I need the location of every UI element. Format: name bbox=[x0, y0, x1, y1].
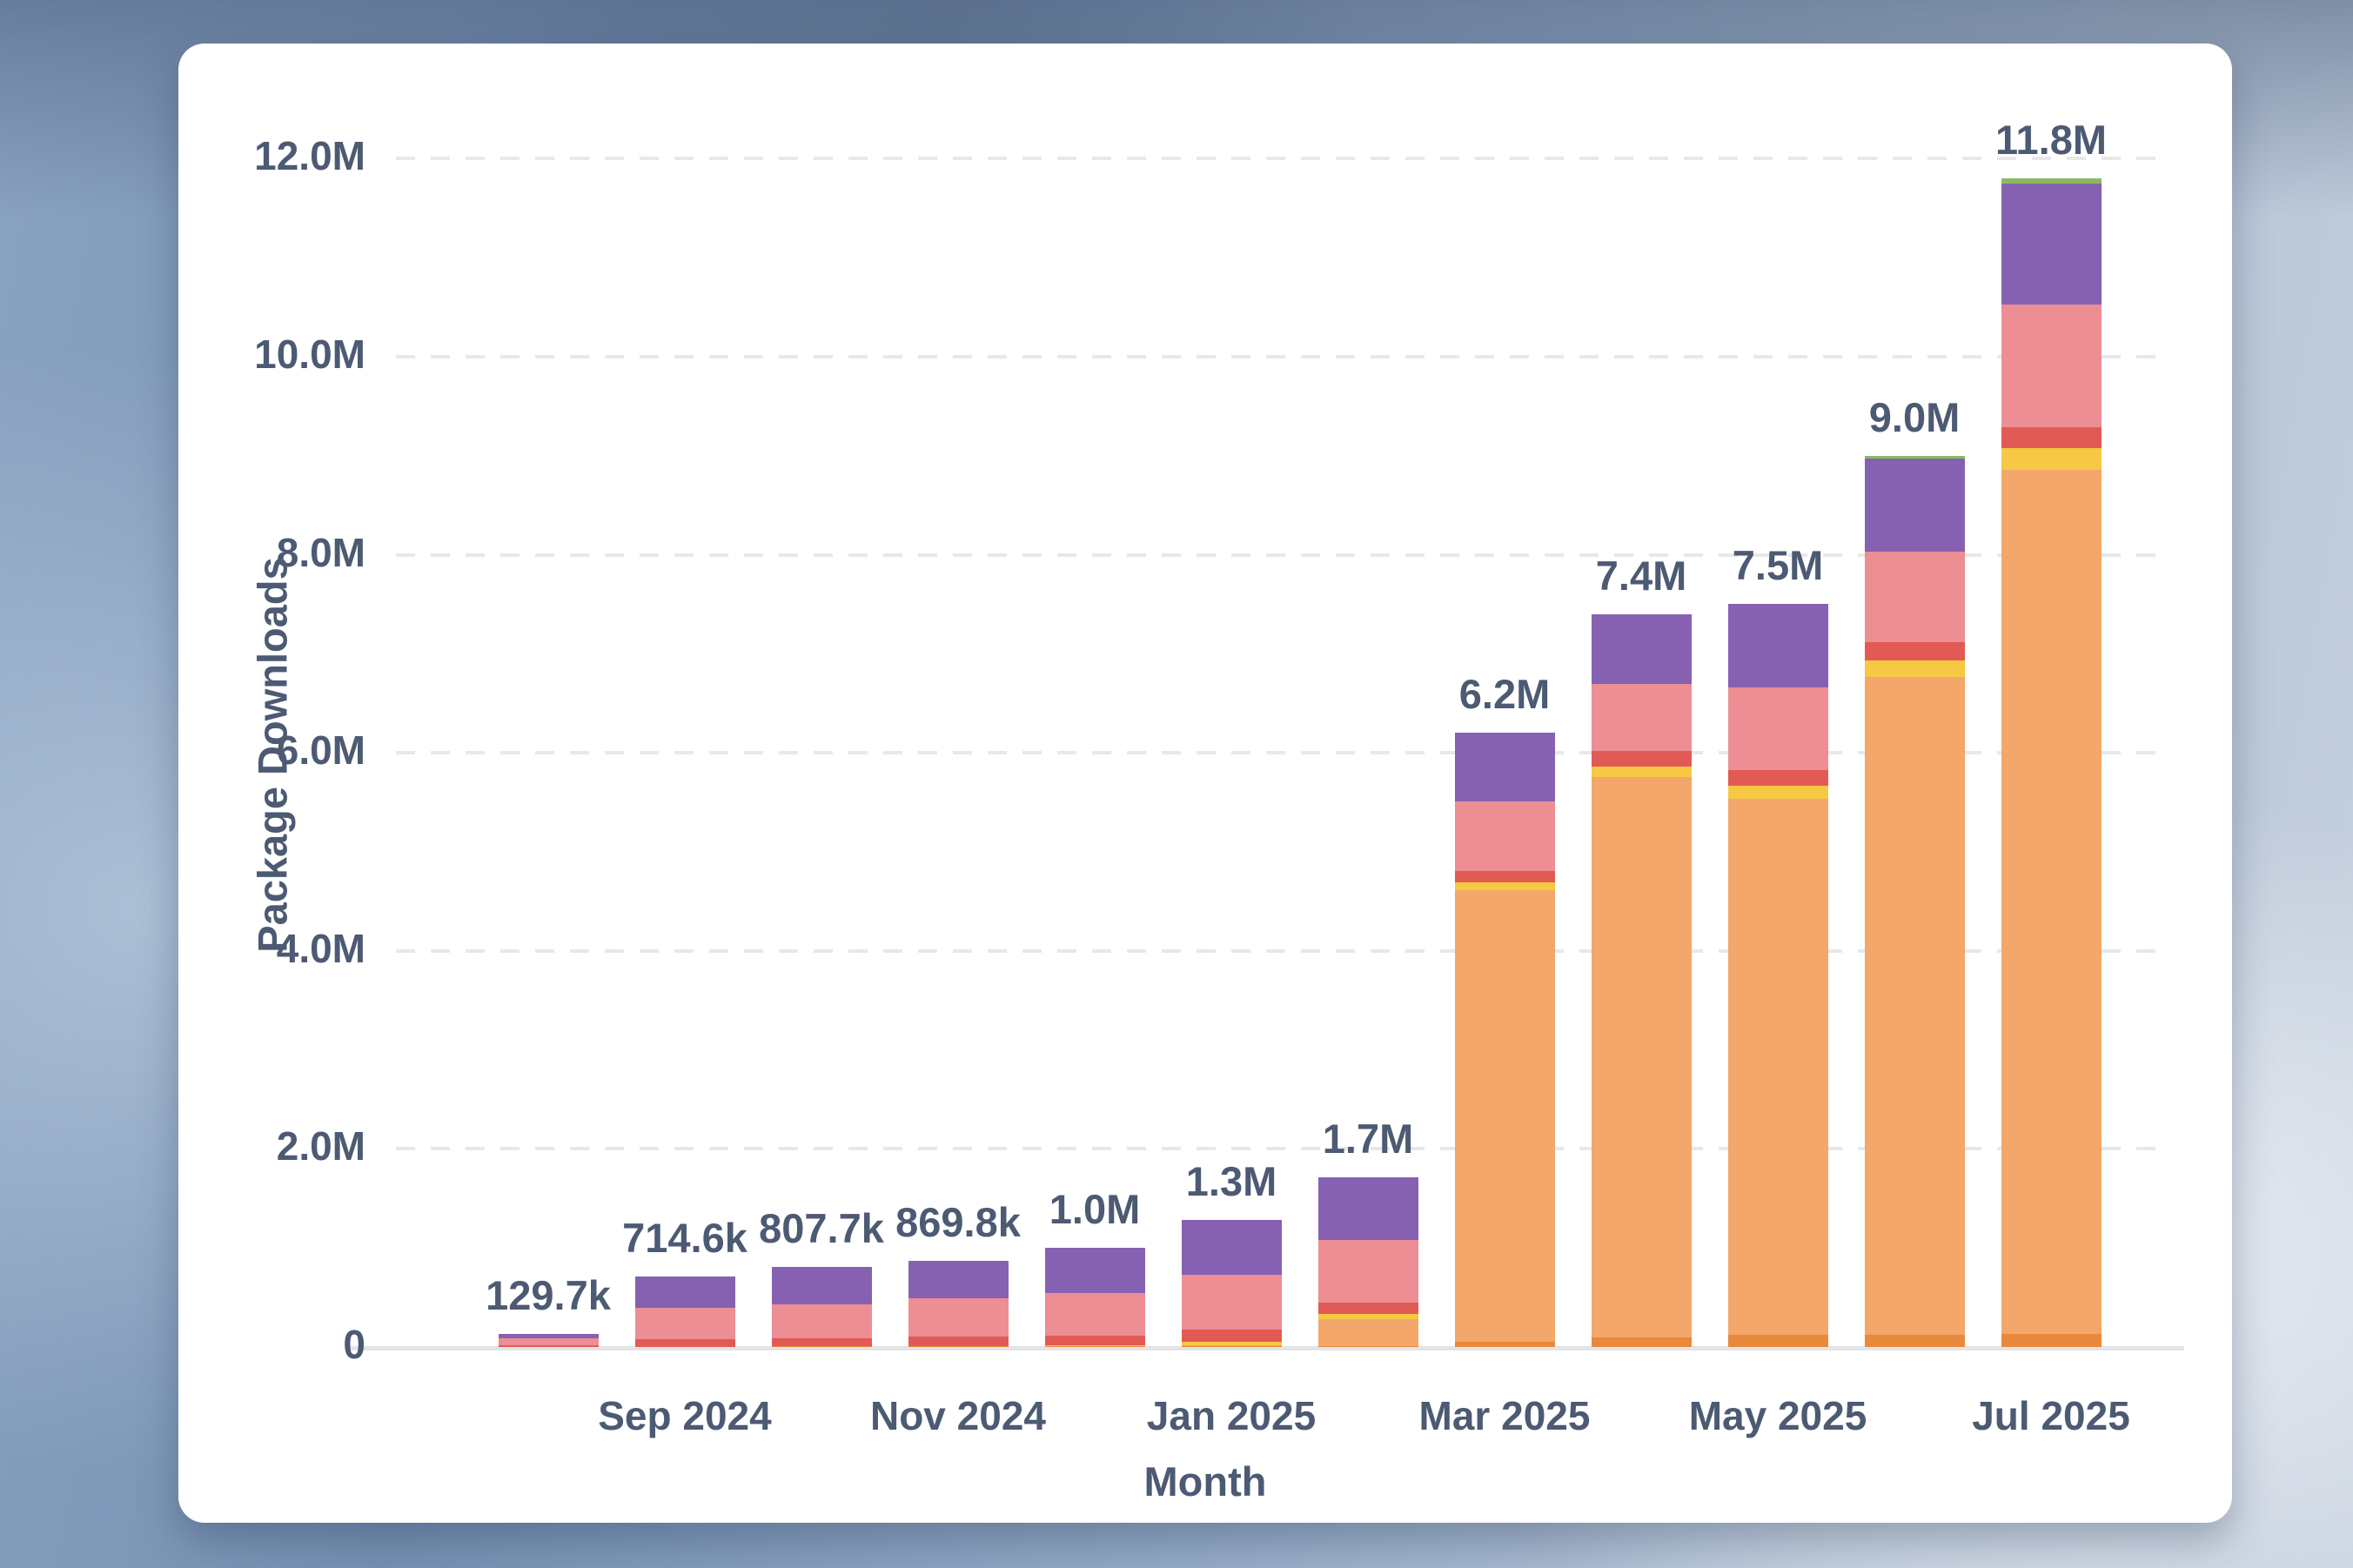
segment-yellow[interactable] bbox=[1182, 1342, 1282, 1344]
segment-dark-orange[interactable] bbox=[1592, 1337, 1692, 1347]
x-tick-label-jan-2025: Jan 2025 bbox=[1083, 1392, 1379, 1439]
segment-purple[interactable] bbox=[1455, 733, 1555, 801]
bar-aug-2024[interactable] bbox=[499, 44, 599, 1347]
y-tick-label: 2.0M bbox=[178, 1122, 365, 1169]
bar-dec-2024[interactable] bbox=[1045, 44, 1145, 1347]
segment-dark-orange[interactable] bbox=[1182, 1346, 1282, 1347]
segment-pink[interactable] bbox=[1728, 687, 1828, 770]
segment-purple[interactable] bbox=[1728, 604, 1828, 687]
segment-dark-orange[interactable] bbox=[908, 1346, 1009, 1347]
segment-pink[interactable] bbox=[908, 1298, 1009, 1337]
segment-red[interactable] bbox=[908, 1337, 1009, 1346]
x-tick-label-jul-2025: Jul 2025 bbox=[1903, 1392, 2199, 1439]
chart-card: Package Downloads Month 12.0M10.0M8.0M6.… bbox=[178, 44, 2232, 1523]
x-axis-title: Month bbox=[178, 1457, 2232, 1505]
segment-light-orange[interactable] bbox=[1592, 777, 1692, 1337]
segment-dark-orange[interactable] bbox=[2001, 1334, 2102, 1347]
segment-red[interactable] bbox=[1865, 642, 1965, 661]
segment-yellow[interactable] bbox=[1455, 882, 1555, 890]
segment-red[interactable] bbox=[499, 1345, 599, 1347]
segment-purple[interactable] bbox=[772, 1267, 872, 1304]
segment-red[interactable] bbox=[1728, 770, 1828, 787]
segment-pink[interactable] bbox=[1455, 801, 1555, 871]
segment-dark-orange[interactable] bbox=[772, 1346, 872, 1347]
segment-dark-orange[interactable] bbox=[1865, 1335, 1965, 1347]
segment-pink[interactable] bbox=[499, 1338, 599, 1344]
segment-dark-orange[interactable] bbox=[1455, 1342, 1555, 1347]
segment-light-orange[interactable] bbox=[1455, 890, 1555, 1342]
segment-light-orange[interactable] bbox=[1728, 799, 1828, 1336]
segment-red[interactable] bbox=[772, 1338, 872, 1346]
segment-yellow[interactable] bbox=[1592, 767, 1692, 776]
y-tick-label: 4.0M bbox=[178, 925, 365, 972]
segment-red[interactable] bbox=[1318, 1303, 1418, 1315]
segment-red[interactable] bbox=[1455, 871, 1555, 883]
segment-dark-orange[interactable] bbox=[1318, 1346, 1418, 1347]
bar-jul-2025[interactable] bbox=[2001, 44, 2102, 1347]
x-tick-label-sep-2024: Sep 2024 bbox=[537, 1392, 833, 1439]
segment-yellow[interactable] bbox=[2001, 448, 2102, 470]
bar-may-2025[interactable] bbox=[1728, 44, 1828, 1347]
segment-red[interactable] bbox=[1045, 1336, 1145, 1345]
segment-red[interactable] bbox=[635, 1339, 735, 1347]
segment-light-orange[interactable] bbox=[1318, 1319, 1418, 1346]
plot-area: Package Downloads Month 12.0M10.0M8.0M6.… bbox=[178, 44, 2232, 1523]
segment-red[interactable] bbox=[1592, 751, 1692, 767]
segment-green[interactable] bbox=[1865, 456, 1965, 459]
segment-dark-orange[interactable] bbox=[1045, 1346, 1145, 1347]
segment-pink[interactable] bbox=[2001, 305, 2102, 427]
segment-light-orange[interactable] bbox=[2001, 470, 2102, 1334]
desktop-background: { "chart_data": { "type": "bar", "stacke… bbox=[0, 0, 2353, 1568]
segment-purple[interactable] bbox=[1045, 1248, 1145, 1293]
segment-dark-orange[interactable] bbox=[1728, 1335, 1828, 1347]
segment-purple[interactable] bbox=[499, 1334, 599, 1338]
segment-purple[interactable] bbox=[1182, 1220, 1282, 1275]
x-tick-label-mar-2025: Mar 2025 bbox=[1357, 1392, 1652, 1439]
segment-yellow[interactable] bbox=[1728, 786, 1828, 798]
bar-oct-2024[interactable] bbox=[772, 44, 872, 1347]
segment-green[interactable] bbox=[2001, 178, 2102, 184]
segment-red[interactable] bbox=[2001, 427, 2102, 448]
segment-purple[interactable] bbox=[635, 1277, 735, 1308]
segment-yellow[interactable] bbox=[1318, 1314, 1418, 1319]
segment-pink[interactable] bbox=[1045, 1293, 1145, 1336]
segment-purple[interactable] bbox=[1318, 1177, 1418, 1240]
segment-yellow[interactable] bbox=[1865, 660, 1965, 676]
segment-pink[interactable] bbox=[1592, 684, 1692, 751]
segment-pink[interactable] bbox=[1865, 552, 1965, 642]
y-tick-label: 10.0M bbox=[178, 331, 365, 378]
segment-yellow[interactable] bbox=[1045, 1345, 1145, 1346]
segment-pink[interactable] bbox=[635, 1308, 735, 1339]
segment-red[interactable] bbox=[1182, 1330, 1282, 1343]
bar-value-label: 11.8M bbox=[1903, 116, 2199, 164]
segment-pink[interactable] bbox=[1182, 1275, 1282, 1330]
y-tick-label: 8.0M bbox=[178, 529, 365, 576]
y-tick-label: 0 bbox=[178, 1321, 365, 1368]
segment-pink[interactable] bbox=[772, 1304, 872, 1338]
bar-jun-2025[interactable] bbox=[1865, 44, 1965, 1347]
y-tick-label: 6.0M bbox=[178, 727, 365, 774]
segment-purple[interactable] bbox=[1592, 614, 1692, 684]
bar-sep-2024[interactable] bbox=[635, 44, 735, 1347]
segment-light-orange[interactable] bbox=[1182, 1345, 1282, 1346]
segment-purple[interactable] bbox=[1865, 459, 1965, 552]
segment-purple[interactable] bbox=[2001, 184, 2102, 305]
x-tick-label-may-2025: May 2025 bbox=[1630, 1392, 1926, 1439]
bar-nov-2024[interactable] bbox=[908, 44, 1009, 1347]
x-tick-label-nov-2024: Nov 2024 bbox=[810, 1392, 1106, 1439]
bar-apr-2025[interactable] bbox=[1592, 44, 1692, 1347]
segment-pink[interactable] bbox=[1318, 1240, 1418, 1303]
segment-light-orange[interactable] bbox=[1865, 677, 1965, 1336]
y-tick-label: 12.0M bbox=[178, 132, 365, 179]
segment-purple[interactable] bbox=[908, 1261, 1009, 1298]
